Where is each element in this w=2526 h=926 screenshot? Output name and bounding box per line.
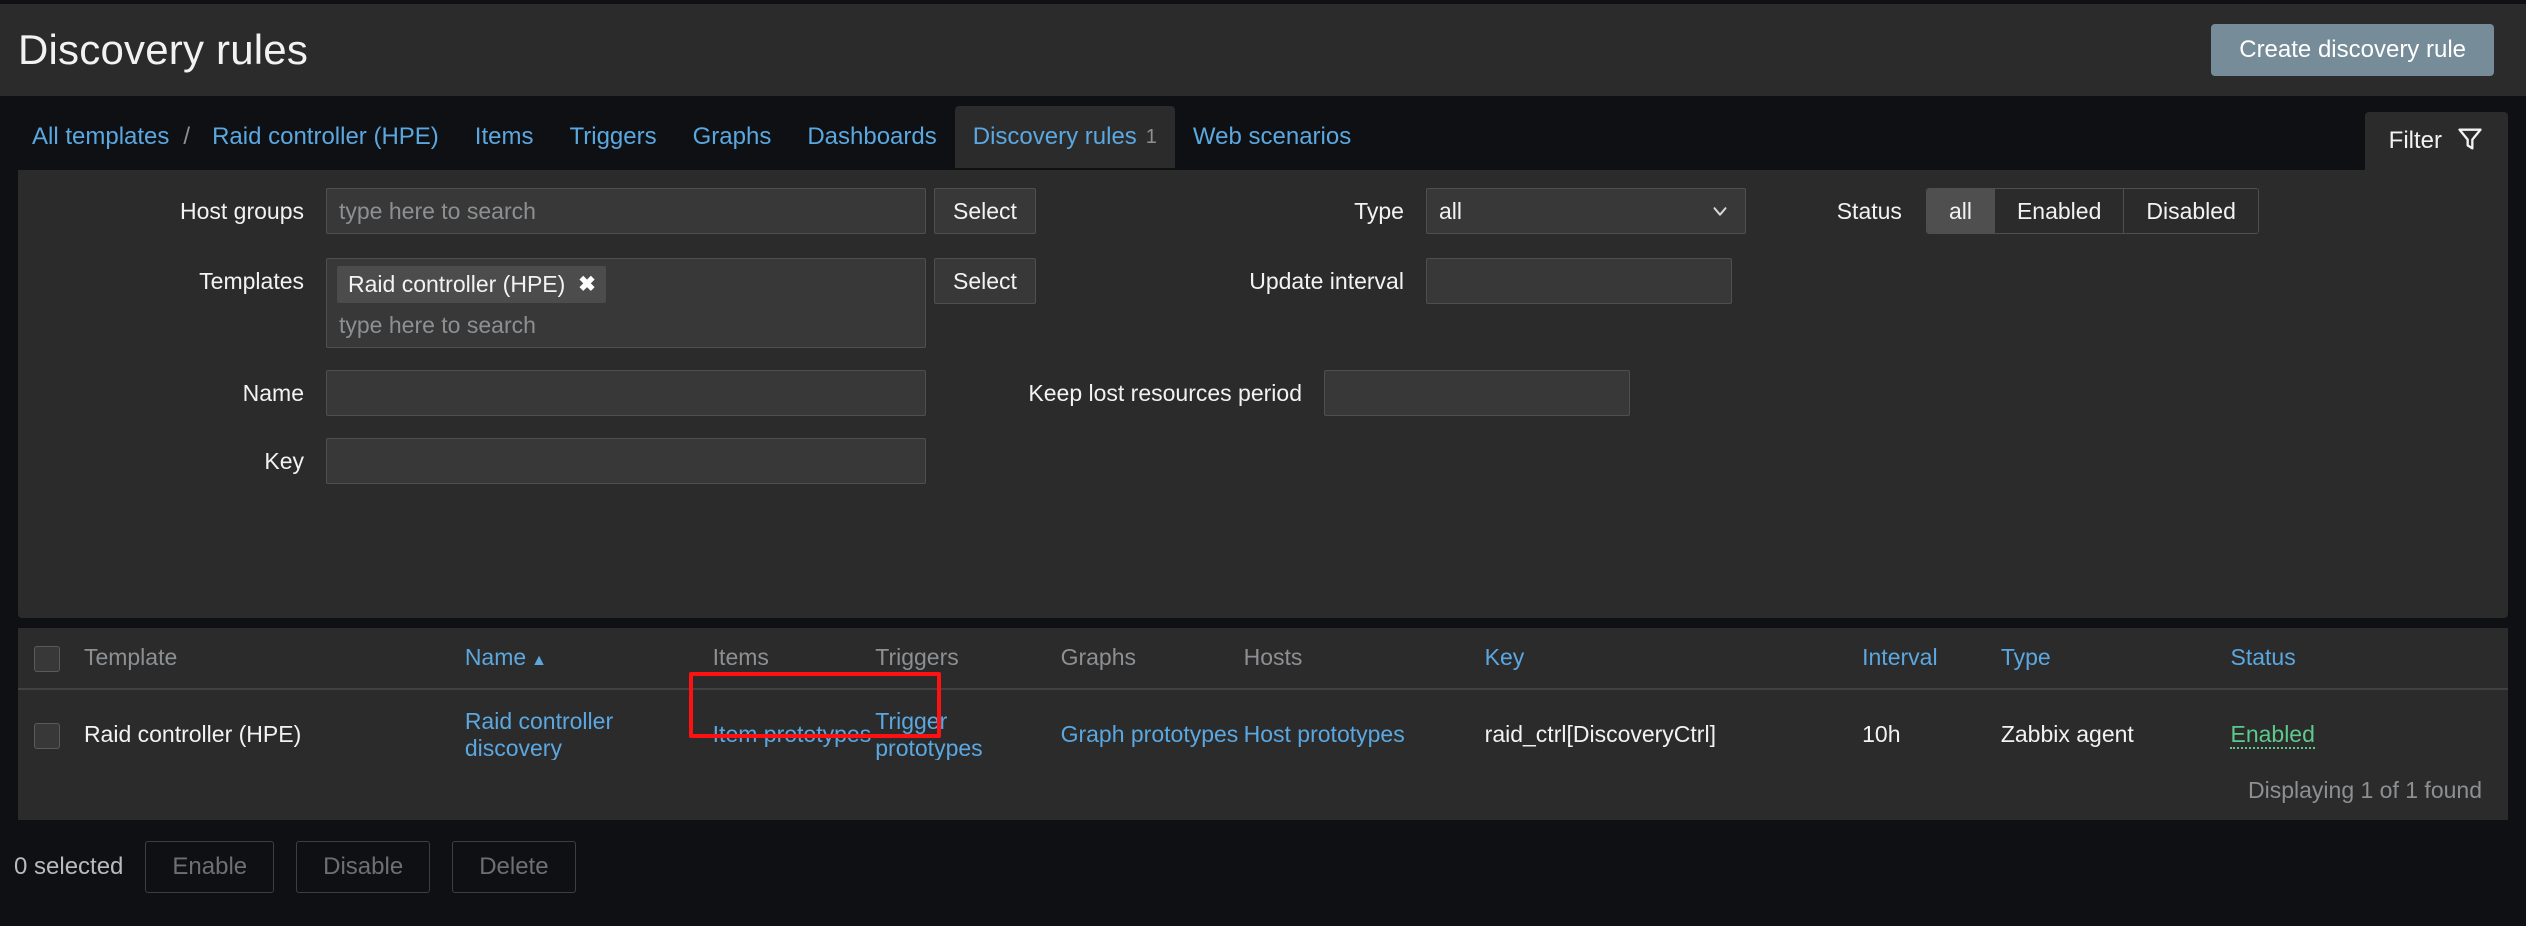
update-interval-label: Update interval — [1249, 268, 1404, 294]
templates-placeholder: type here to search — [339, 312, 536, 338]
disable-button[interactable]: Disable — [296, 841, 431, 893]
breadcrumb-separator: / — [183, 123, 191, 150]
keep-lost-resources-input[interactable] — [1324, 370, 1630, 416]
column-status[interactable]: Status — [2230, 628, 2508, 690]
column-type[interactable]: Type — [2000, 628, 2231, 690]
page-title: Discovery rules — [18, 26, 309, 73]
type-label: Type — [1354, 198, 1404, 224]
link-graph-prototypes[interactable]: Graph prototypes — [1061, 721, 1239, 747]
status-option-enabled[interactable]: Enabled — [1994, 189, 2125, 233]
bulk-action-bar: 0 selected Enable Disable Delete — [0, 836, 2526, 898]
keep-lost-resources-label: Keep lost resources period — [1028, 380, 1302, 406]
update-interval-input[interactable] — [1425, 258, 1732, 304]
name-input[interactable] — [326, 370, 926, 416]
close-icon[interactable]: ✖ — [578, 274, 596, 295]
column-graphs: Graphs — [1060, 628, 1244, 690]
host-groups-input[interactable] — [326, 188, 926, 234]
tab-graphs[interactable]: Graphs — [675, 104, 790, 170]
tab-items[interactable]: Items — [457, 104, 552, 170]
column-interval[interactable]: Interval — [1862, 628, 2001, 690]
link-trigger-prototypes[interactable]: Trigger prototypes — [875, 708, 982, 761]
templates-chip-label: Raid controller (HPE) — [348, 271, 566, 297]
type-select-value: all — [1438, 197, 1462, 224]
column-hosts: Hosts — [1243, 628, 1485, 690]
filter-row-3: Name Keep lost resources period — [18, 370, 2508, 416]
tab-discovery-rules-count: 1 — [1145, 126, 1157, 148]
status-option-all[interactable]: all — [1926, 189, 1995, 233]
filter-row-4: Key — [18, 438, 2508, 484]
tab-triggers[interactable]: Triggers — [551, 104, 674, 170]
row-checkbox[interactable] — [34, 722, 60, 749]
key-input[interactable] — [326, 438, 926, 484]
tab-discovery-rules[interactable]: Discovery rules 1 — [954, 106, 1175, 168]
enable-button[interactable]: Enable — [145, 841, 275, 893]
chevron-down-icon — [1709, 200, 1731, 222]
host-groups-label: Host groups — [179, 198, 304, 224]
breadcrumb-raid-controller-hpe[interactable]: Raid controller (HPE) — [194, 104, 457, 170]
create-discovery-rule-button[interactable]: Create discovery rule — [2211, 24, 2494, 76]
column-key[interactable]: Key — [1484, 628, 1863, 690]
status-option-disabled[interactable]: Disabled — [2124, 189, 2258, 233]
filter-tab[interactable]: Filter — [2364, 112, 2508, 170]
column-triggers: Triggers — [875, 628, 1061, 690]
tab-web-scenarios[interactable]: Web scenarios — [1175, 104, 1369, 170]
host-groups-select-button[interactable]: Select — [934, 188, 1036, 234]
templates-chip: Raid controller (HPE) ✖ — [337, 266, 606, 303]
select-all-checkbox[interactable] — [34, 645, 60, 672]
link-item-prototypes[interactable]: Item prototypes — [713, 721, 872, 747]
select-all-header — [18, 628, 84, 690]
delete-button[interactable]: Delete — [452, 841, 576, 893]
name-label: Name — [242, 380, 304, 406]
filter-tab-label: Filter — [2388, 127, 2442, 154]
tab-dashboards[interactable]: Dashboards — [789, 104, 954, 170]
discovery-rules-page: Discovery rules Create discovery rule Al… — [0, 0, 2526, 926]
sort-ascending-icon: ▲ — [531, 652, 548, 670]
key-label: Key — [264, 448, 304, 474]
templates-label: Templates — [199, 268, 304, 294]
page-header: Discovery rules Create discovery rule — [0, 4, 2526, 96]
selected-count: 0 selected — [14, 853, 124, 880]
filter-row-1: Host groups Select Type all Status all E… — [18, 188, 2508, 234]
column-template: Template — [83, 628, 465, 690]
filter-row-2: Templates Raid controller (HPE) ✖ type h… — [18, 258, 2508, 348]
column-name[interactable]: Name ▲ — [464, 628, 713, 690]
filter-panel: Host groups Select Type all Status all E… — [18, 170, 2508, 756]
templates-select-button[interactable]: Select — [934, 258, 1036, 304]
result-count: Displaying 1 of 1 found — [18, 760, 2508, 820]
templates-multiselect[interactable]: Raid controller (HPE) ✖ type here to sea… — [326, 258, 926, 348]
navigation-bar: All templates / Raid controller (HPE) It… — [0, 104, 2526, 170]
funnel-icon — [2456, 125, 2484, 158]
discovery-rules-table: Template Name ▲ Items Triggers Graphs Hos… — [18, 628, 2508, 781]
type-select[interactable]: all — [1425, 188, 1746, 234]
column-items: Items — [712, 628, 876, 690]
link-raid-controller-discovery[interactable]: Raid controller discovery — [465, 708, 613, 761]
status-label: Status — [1836, 198, 1902, 224]
link-host-prototypes[interactable]: Host prototypes — [1244, 721, 1405, 747]
status-badge-enabled[interactable]: Enabled — [2230, 721, 2315, 750]
column-name-label: Name — [464, 644, 527, 671]
table-header-row: Template Name ▲ Items Triggers Graphs Hos… — [18, 628, 2508, 690]
breadcrumb-all-templates[interactable]: All templates — [20, 104, 179, 170]
tab-discovery-rules-label: Discovery rules — [972, 123, 1137, 150]
status-segmented-control: all Enabled Disabled — [1925, 188, 2259, 234]
